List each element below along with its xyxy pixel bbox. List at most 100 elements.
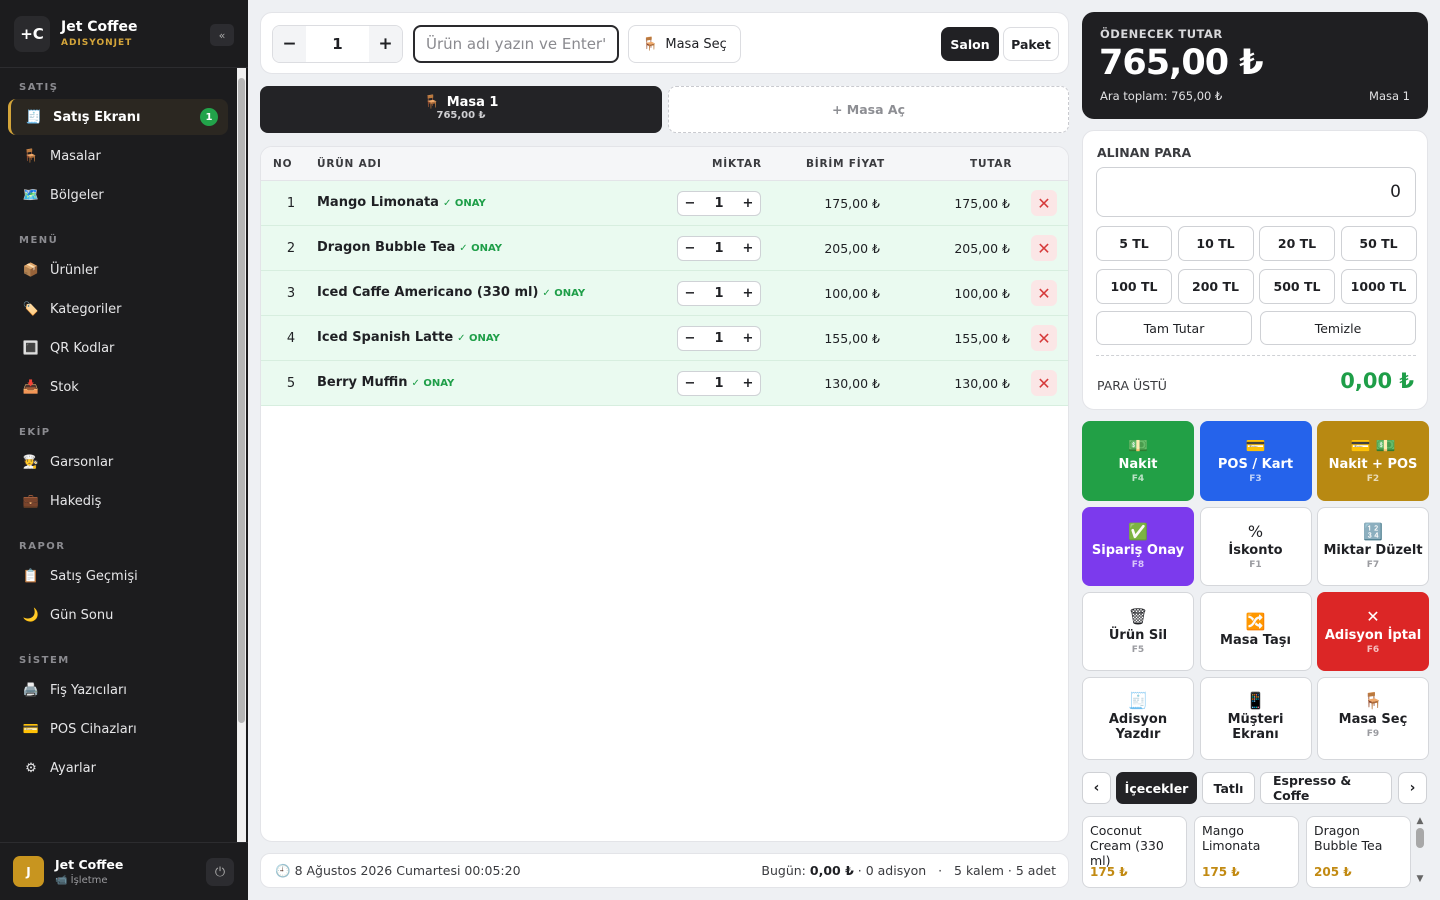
- product-card[interactable]: Dragon Bubble Tea 205 ₺: [1306, 816, 1411, 888]
- sidebar-item-ayarlar[interactable]: ⚙ Ayarlar: [8, 750, 228, 786]
- edit-quantity-button[interactable]: 🔢 Miktar Düzelt F7: [1317, 507, 1429, 586]
- table-row[interactable]: 4 Iced Spanish Latte ✓ ONAY −1 +155,00 ₺ 155,…: [261, 316, 1068, 361]
- quantity-value[interactable]: 1: [702, 282, 736, 305]
- table-row[interactable]: 2 Dragon Bubble Tea ✓ ONAY −1 +205,00 ₺ 205,0…: [261, 226, 1068, 271]
- action-label: İskonto: [1228, 543, 1283, 558]
- row-number: 4: [286, 331, 296, 346]
- quantity-value[interactable]: 1: [702, 192, 736, 215]
- cash-pos-button[interactable]: 💳 💵 Nakit + POS F2: [1317, 421, 1429, 501]
- product-name-text: Iced Caffe Americano (330 ml): [317, 285, 539, 300]
- salon-mode-button[interactable]: Salon: [941, 27, 999, 61]
- avatar[interactable]: J: [13, 856, 44, 887]
- cancel-bill-button[interactable]: ✕ Adisyon İptal F6: [1317, 592, 1429, 671]
- clear-button[interactable]: Temizle: [1260, 311, 1416, 345]
- tab-masa-1[interactable]: 🪑 Masa 1 765,00 ₺: [260, 86, 662, 133]
- collapse-sidebar-button[interactable]: «: [210, 24, 234, 46]
- sidebar-item-label: Masalar: [50, 148, 101, 164]
- cash-button[interactable]: 💵 Nakit F4: [1082, 421, 1194, 501]
- quick-cash-button[interactable]: 100 TL: [1096, 269, 1172, 304]
- order-confirm-button[interactable]: ✅ Sipariş Onay F8: [1082, 507, 1194, 586]
- delete-product-button[interactable]: 🗑 Ürün Sil F5: [1082, 592, 1194, 671]
- increase-quantity-button[interactable]: +: [369, 26, 402, 62]
- move-table-button[interactable]: 🔀 Masa Taşı: [1199, 592, 1312, 671]
- sidebar-item-b-lgeler[interactable]: 🗺️ Bölgeler: [8, 177, 228, 213]
- decrease-quantity-button[interactable]: −: [678, 372, 702, 395]
- quick-cash-button[interactable]: 500 TL: [1259, 269, 1335, 304]
- package-mode-button[interactable]: Paket: [1003, 27, 1059, 61]
- total-amount: 765,00 ₺: [1099, 43, 1264, 83]
- delete-row-close-icon[interactable]: ✕: [1031, 325, 1057, 351]
- quick-cash-button[interactable]: 5 TL: [1096, 226, 1172, 261]
- scroll-down-icon[interactable]: ▼: [1414, 874, 1426, 884]
- table-row[interactable]: 3 Iced Caffe Americano (330 ml) ✓ ONAY −1 +1…: [261, 271, 1068, 316]
- table-row[interactable]: 1 Mango Limonata ✓ ONAY −1 +175,00 ₺ 175,00 ₺…: [261, 181, 1068, 226]
- product-card[interactable]: Coconut Cream (330 ml) 175 ₺: [1082, 816, 1187, 888]
- delete-row-close-icon[interactable]: ✕: [1031, 190, 1057, 216]
- sidebar-item-hakedi-[interactable]: 💼 Hakediş: [8, 483, 228, 519]
- open-table-button[interactable]: + Masa Aç: [668, 86, 1069, 133]
- quick-cash-button[interactable]: 50 TL: [1340, 226, 1417, 261]
- exact-amount-button[interactable]: Tam Tutar: [1096, 311, 1252, 345]
- discount-button[interactable]: % İskonto F1: [1199, 507, 1312, 586]
- increase-quantity-button[interactable]: +: [736, 372, 760, 395]
- decrease-quantity-button[interactable]: −: [678, 192, 702, 215]
- increase-quantity-button[interactable]: +: [736, 282, 760, 305]
- product-card[interactable]: Mango Limonata 175 ₺: [1194, 816, 1299, 888]
- scroll-up-icon[interactable]: ▲: [1414, 816, 1426, 826]
- quantity-value[interactable]: 1: [702, 237, 736, 260]
- nav-section-title: SİSTEM: [19, 655, 70, 666]
- decrease-quantity-button[interactable]: −: [678, 237, 702, 260]
- card-icon: 💳: [22, 721, 40, 737]
- delete-row-close-icon[interactable]: ✕: [1031, 280, 1057, 306]
- category-prev-button[interactable]: ‹: [1082, 772, 1111, 804]
- quick-cash-button[interactable]: 20 TL: [1259, 226, 1335, 261]
- category-tab[interactable]: Tatlı: [1202, 772, 1255, 804]
- delete-row-close-icon[interactable]: ✕: [1031, 235, 1057, 261]
- quantity-value[interactable]: 1: [702, 372, 736, 395]
- product-scroll-thumb[interactable]: [1416, 828, 1424, 848]
- customer-screen-button[interactable]: 📱 Müşteri Ekranı: [1199, 677, 1312, 760]
- decrease-quantity-button[interactable]: −: [678, 282, 702, 305]
- sidebar-item-sat-ekran-[interactable]: 🧾 Satış Ekranı 1: [8, 99, 228, 135]
- sidebar-scrollbar[interactable]: [237, 68, 246, 842]
- today-amount: 0,00 ₺: [809, 863, 854, 878]
- logout-power-icon[interactable]: ⏻: [206, 858, 234, 886]
- quantity-stepper: −1 +: [677, 281, 761, 306]
- decrease-quantity-button[interactable]: −: [273, 26, 306, 62]
- product-search-input[interactable]: [413, 25, 619, 63]
- sidebar-scroll-thumb[interactable]: [238, 78, 245, 723]
- quick-cash-button[interactable]: 10 TL: [1177, 226, 1254, 261]
- sidebar-item-pos-cihazlar-[interactable]: 💳 POS Cihazları: [8, 711, 228, 747]
- sidebar-item-label: Fiş Yazıcıları: [50, 682, 127, 698]
- delete-row-close-icon[interactable]: ✕: [1031, 370, 1057, 396]
- product-scrollbar[interactable]: ▲ ▼: [1414, 816, 1426, 888]
- sidebar-item-kategoriler[interactable]: 🏷️ Kategoriler: [8, 291, 228, 327]
- product-name: Dragon Bubble Tea ✓ ONAY: [317, 240, 502, 255]
- category-next-button[interactable]: ›: [1398, 772, 1427, 804]
- sidebar-item-garsonlar[interactable]: 🧑‍🍳 Garsonlar: [8, 444, 228, 480]
- pos-card-button[interactable]: 💳 POS / Kart F3: [1199, 421, 1312, 501]
- received-cash-input[interactable]: [1096, 167, 1416, 217]
- sidebar-item--r-nler[interactable]: 📦 Ürünler: [8, 252, 228, 288]
- sidebar-item-g-n-sonu[interactable]: 🌙 Gün Sonu: [8, 597, 228, 633]
- quantity-value[interactable]: 1: [702, 327, 736, 350]
- sidebar-item-sat-ge-mi-i[interactable]: 📋 Satış Geçmişi: [8, 558, 228, 594]
- select-table-button[interactable]: 🪑 Masa Seç F9: [1317, 677, 1429, 760]
- increase-quantity-button[interactable]: +: [736, 192, 760, 215]
- nav-section-title: RAPOR: [19, 541, 66, 552]
- quantity-value[interactable]: 1: [306, 26, 369, 62]
- quick-cash-button[interactable]: 200 TL: [1177, 269, 1254, 304]
- sidebar-item-stok[interactable]: 📥 Stok: [8, 369, 228, 405]
- quick-cash-button[interactable]: 1000 TL: [1340, 269, 1417, 304]
- increase-quantity-button[interactable]: +: [736, 237, 760, 260]
- category-tab[interactable]: İçecekler: [1116, 772, 1197, 804]
- category-tab[interactable]: Espresso & Coffe: [1260, 772, 1392, 804]
- sidebar-item-fi-yaz-c-lar-[interactable]: 🖨️ Fiş Yazıcıları: [8, 672, 228, 708]
- decrease-quantity-button[interactable]: −: [678, 327, 702, 350]
- sidebar-item-masalar[interactable]: 🪑 Masalar: [8, 138, 228, 174]
- sidebar-item-qr-kodlar[interactable]: 🔳 QR Kodlar: [8, 330, 228, 366]
- select-table-top-button[interactable]: 🪑 Masa Seç: [628, 25, 741, 63]
- table-row[interactable]: 5 Berry Muffin ✓ ONAY −1 +130,00 ₺ 130,00 ₺ ✕: [261, 361, 1068, 406]
- print-bill-button[interactable]: 🧾 Adisyon Yazdır: [1082, 677, 1194, 760]
- increase-quantity-button[interactable]: +: [736, 327, 760, 350]
